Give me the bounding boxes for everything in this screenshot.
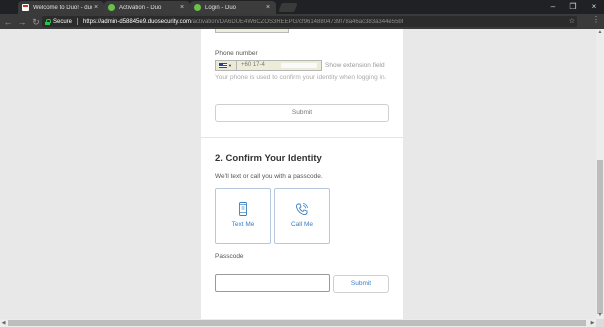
country-select[interactable]: ▼ — [215, 60, 236, 71]
scroll-right-icon[interactable]: ▶ — [589, 319, 596, 327]
close-icon[interactable]: × — [92, 4, 100, 11]
divider — [77, 18, 79, 25]
lock-icon — [45, 18, 51, 25]
tab-title: Login - Duo — [205, 4, 237, 11]
passcode-input[interactable] — [215, 274, 330, 292]
reload-icon[interactable]: ↻ — [30, 16, 42, 28]
phone-icon — [239, 202, 248, 221]
menu-icon[interactable]: ⋮ — [592, 15, 600, 24]
phone-call-icon — [295, 202, 309, 221]
scrollbar-corner — [596, 319, 604, 327]
tab-title: Activation - Duo — [119, 4, 162, 11]
new-tab-button[interactable] — [278, 3, 298, 12]
tab-welcome-to-duo[interactable]: Welcome to Duo! - duo × — [18, 1, 104, 14]
phone-number-row: ▼ +60 17-4 Show extension field — [215, 60, 385, 71]
vertical-scroll-thumb[interactable] — [597, 160, 603, 314]
section-divider — [201, 137, 403, 138]
phone-submit-button[interactable]: Submit — [215, 104, 389, 122]
us-flag-icon — [219, 63, 227, 68]
scroll-up-icon[interactable]: ▲ — [596, 29, 604, 36]
call-me-label: Call Me — [290, 221, 314, 228]
phone-help-text: Your phone is used to confirm your ident… — [215, 74, 387, 81]
browser-toolbar: ← → ↻ Secure https://admin-d58845e9.duos… — [0, 14, 604, 29]
url-path: /activation/DA6DUE4W6CZOS3REEPG/cf961488… — [190, 18, 404, 25]
duo-icon — [108, 4, 115, 11]
phone-number-label: Phone number — [215, 50, 258, 57]
confirm-subtext: We'll text or call you with a passcode. — [215, 173, 323, 180]
confirm-identity-heading: 2. Confirm Your Identity — [215, 153, 322, 164]
close-icon[interactable]: × — [178, 4, 186, 11]
text-me-label: Text Me — [231, 221, 255, 228]
minimize-icon[interactable]: – — [546, 0, 560, 14]
back-icon[interactable]: ← — [2, 16, 14, 28]
tab-strip: Welcome to Duo! - duo × Activation - Duo… — [0, 0, 604, 14]
text-me-button[interactable]: Text Me — [215, 188, 271, 244]
close-icon[interactable]: × — [264, 4, 272, 11]
tab-login[interactable]: Login - Duo × — [190, 1, 276, 14]
restore-icon[interactable]: ❐ — [566, 0, 580, 14]
duo-icon — [194, 4, 201, 11]
passcode-label: Passcode — [215, 253, 244, 260]
secure-label: Secure — [53, 18, 73, 25]
chevron-down-icon: ▼ — [228, 63, 232, 68]
activation-panel: •••••••••••• Phone number ▼ +60 17-4 Sho… — [201, 29, 403, 319]
tab-title: Welcome to Duo! - duo — [33, 4, 92, 11]
gmail-icon — [22, 4, 29, 11]
address-bar[interactable]: Secure https://admin-d58845e9.duosecurit… — [42, 16, 577, 27]
forward-icon[interactable]: → — [16, 16, 28, 28]
close-window-icon[interactable]: × — [587, 0, 601, 14]
phone-number-input[interactable]: +60 17-4 — [236, 60, 322, 71]
bookmark-star-icon[interactable]: ☆ — [569, 16, 575, 27]
vertical-scrollbar[interactable]: ▲ ▼ — [596, 29, 604, 319]
page-viewport: •••••••••••• Phone number ▼ +60 17-4 Sho… — [0, 29, 596, 319]
scroll-left-icon[interactable]: ◀ — [0, 319, 7, 327]
url-host: https://admin-d58845e9.duosecurity.com — [83, 18, 191, 25]
call-me-button[interactable]: Call Me — [274, 188, 330, 244]
horizontal-scroll-thumb[interactable] — [8, 320, 586, 326]
previous-field[interactable]: •••••••••••• — [215, 29, 289, 33]
tab-activation[interactable]: Activation - Duo × — [104, 1, 190, 14]
horizontal-scrollbar[interactable]: ◀ ▶ — [0, 319, 596, 327]
scroll-down-icon[interactable]: ▼ — [596, 312, 604, 319]
show-extension-link[interactable]: Show extension field — [325, 62, 385, 69]
passcode-submit-button[interactable]: Submit — [333, 275, 389, 293]
